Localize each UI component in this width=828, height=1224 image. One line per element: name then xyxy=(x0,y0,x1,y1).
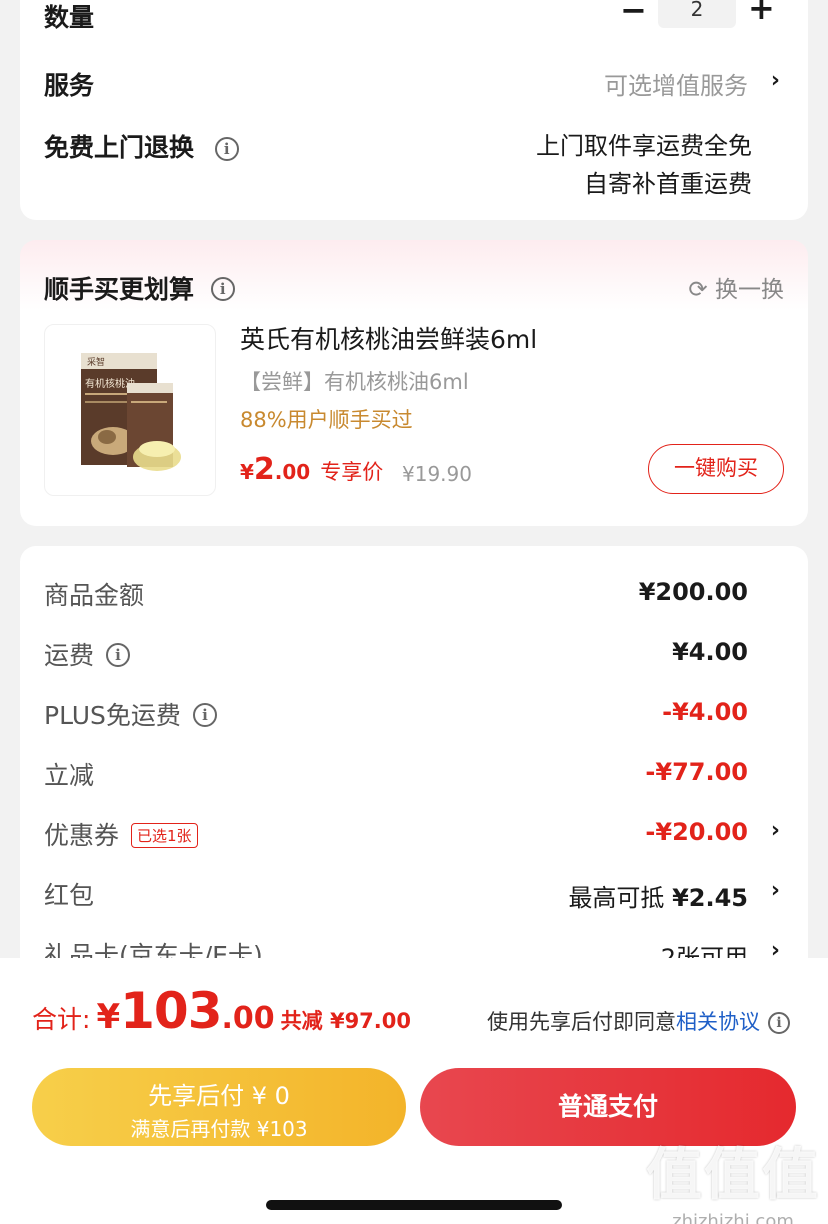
walnut-oil-package-image: 采智 有机核桃油 xyxy=(81,353,181,471)
quantity-label: 数量 xyxy=(44,3,95,32)
exclusive-price-label: 专享价 xyxy=(320,460,384,484)
product-name[interactable]: 英氏有机核桃油尝鲜装6ml xyxy=(240,320,537,356)
product-image[interactable]: 采智 有机核桃油 xyxy=(44,324,216,496)
detail-label: 立减 xyxy=(44,761,95,790)
original-price: ¥19.90 xyxy=(402,462,472,486)
product-price: ¥2.00 专享价 xyxy=(240,452,383,487)
detail-value: -¥20.00 xyxy=(645,818,748,846)
chevron-right-icon[interactable]: › xyxy=(771,68,780,93)
swap-button[interactable]: ⟳ 换一换 xyxy=(688,270,784,304)
pay-later-label: 先享后付 ¥ 0 xyxy=(148,1082,290,1110)
return-line-1: 上门取件享运费全免 xyxy=(536,132,752,160)
detail-row-plus-free-shipping: PLUS免运费 i -¥4.00 xyxy=(20,682,808,742)
watermark-logo: 值值值 zhizhizhi.com xyxy=(646,1130,820,1224)
info-icon[interactable]: i xyxy=(214,137,239,161)
total-integer: 103 xyxy=(120,982,222,1040)
price-detail-card: 商品金额 ¥200.00 运费 i ¥4.00 PLUS免运费 i -¥4.00 立… xyxy=(20,546,808,986)
upsell-title-text: 顺手买更划算 xyxy=(44,275,195,304)
detail-row-instant-discount: 立减 -¥77.00 xyxy=(20,742,808,802)
detail-label: 红包 xyxy=(44,881,95,910)
total-label: 合计: xyxy=(32,1005,91,1034)
service-label: 服务 xyxy=(44,71,95,100)
detail-label-text: PLUS免运费 xyxy=(44,701,181,730)
info-icon[interactable]: i xyxy=(192,703,217,727)
upsell-card: 顺手买更划算 i ⟳ 换一换 采智 有机核桃油 英氏有机核桃油尝鲜装6ml 【尝… xyxy=(20,240,808,526)
agreement-prefix: 使用先享后付即同意 xyxy=(487,1010,676,1034)
detail-row-goods-amount: 商品金额 ¥200.00 xyxy=(20,562,808,622)
info-icon[interactable]: i xyxy=(106,643,131,667)
detail-row-red-packet[interactable]: 红包 最高可抵 ¥2.45 › xyxy=(20,862,808,922)
order-options-card: 数量 − 2 + 服务 可选增值服务 › 免费上门退换 i 上门取件享运费全免 … xyxy=(20,0,808,220)
detail-value: ¥200.00 xyxy=(638,578,748,606)
price-yen: ¥ xyxy=(240,460,254,484)
quantity-decrease-button[interactable]: − xyxy=(620,0,647,26)
detail-label: 优惠券 已选1张 xyxy=(44,816,198,852)
watermark-mark: 值值值 xyxy=(646,1143,820,1208)
price-decimal: .00 xyxy=(274,460,311,484)
red-packet-prefix: 最高可抵 xyxy=(568,884,665,912)
info-icon[interactable]: i xyxy=(768,1012,790,1034)
detail-label-text: 优惠券 xyxy=(44,821,120,850)
info-icon[interactable]: i xyxy=(210,277,235,301)
service-value[interactable]: 可选增值服务 xyxy=(604,66,748,101)
coupon-selected-badge: 已选1张 xyxy=(131,822,198,848)
pay-later-button[interactable]: 先享后付 ¥ 0 满意后再付款 ¥103 xyxy=(32,1068,406,1146)
total-yen: ¥ xyxy=(96,997,121,1037)
chevron-right-icon[interactable]: › xyxy=(771,818,780,843)
free-return-text: 免费上门退换 xyxy=(44,133,195,162)
one-click-buy-button[interactable]: 一键购买 xyxy=(648,444,784,494)
free-return-label: 免费上门退换 i xyxy=(44,128,239,164)
product-subtitle: 【尝鲜】有机核桃油6ml xyxy=(240,370,469,394)
upsell-title: 顺手买更划算 i xyxy=(44,270,235,306)
quantity-input[interactable]: 2 xyxy=(658,0,736,28)
order-total: 合计: ¥103.00 共减 ¥97.00 xyxy=(32,982,411,1040)
detail-value: -¥4.00 xyxy=(662,698,748,726)
agreement-link[interactable]: 相关协议 xyxy=(676,1010,760,1034)
total-decimal: .00 xyxy=(221,1001,275,1036)
detail-row-shipping: 运费 i ¥4.00 xyxy=(20,622,808,682)
image-brand-text: 采智 xyxy=(87,356,105,368)
refresh-icon: ⟳ xyxy=(688,277,708,303)
detail-value: 最高可抵 ¥2.45 xyxy=(568,878,748,913)
watermark-url: zhizhizhi.com xyxy=(672,1211,794,1224)
bought-count-text: 88%用户顺手买过 xyxy=(240,408,413,432)
detail-label: 运费 i xyxy=(44,636,131,672)
detail-value: -¥77.00 xyxy=(645,758,748,786)
detail-row-coupon[interactable]: 优惠券 已选1张 -¥20.00 › xyxy=(20,802,808,862)
return-line-2: 自寄补首重运费 xyxy=(584,170,752,198)
home-indicator[interactable] xyxy=(266,1200,562,1210)
price-integer: 2 xyxy=(253,452,275,487)
detail-label: 商品金额 xyxy=(44,581,145,610)
detail-value: ¥4.00 xyxy=(672,638,748,666)
chevron-right-icon[interactable]: › xyxy=(771,878,780,903)
detail-label: PLUS免运费 i xyxy=(44,696,217,732)
quantity-increase-button[interactable]: + xyxy=(748,0,775,24)
total-saved: 共减 ¥97.00 xyxy=(280,1009,411,1033)
pay-later-subtitle: 满意后再付款 ¥103 xyxy=(130,1117,308,1141)
swap-label: 换一换 xyxy=(715,277,784,303)
detail-label-text: 运费 xyxy=(44,641,95,670)
red-packet-amount: ¥2.45 xyxy=(672,884,748,912)
agreement-text: 使用先享后付即同意相关协议 i xyxy=(487,1006,790,1036)
